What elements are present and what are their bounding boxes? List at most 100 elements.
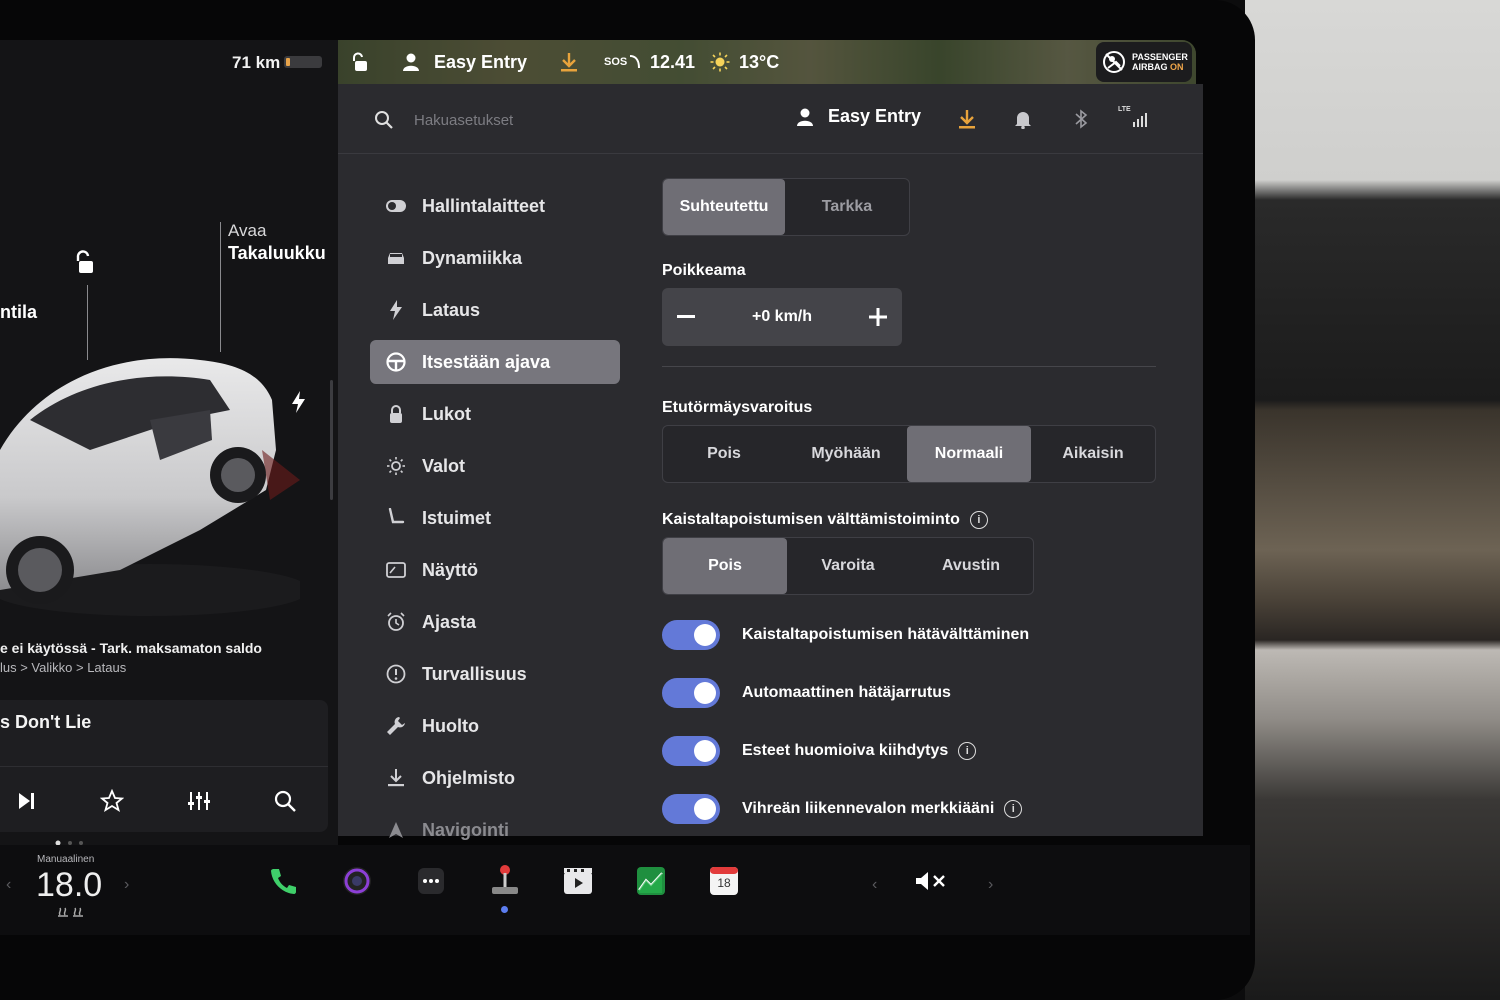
charge-port-icon[interactable] xyxy=(290,390,308,414)
nav-item-schedule[interactable]: Ajasta xyxy=(370,600,620,644)
car-panel-scrollbar[interactable] xyxy=(330,380,333,500)
notification-bell-icon[interactable] xyxy=(1012,108,1034,130)
lane-departure-avoidance-text: Kaistaltapoistumisen välttämistoiminto xyxy=(662,511,960,528)
nav-item-label: Valot xyxy=(422,455,466,476)
status-profile-name: Easy Entry xyxy=(434,51,528,72)
temp-down-chevron-icon[interactable]: ‹ xyxy=(6,876,11,894)
fcw-option-early[interactable]: Aikaisin xyxy=(1031,426,1155,482)
airbag-line2: AIRBAG xyxy=(1132,62,1170,72)
favorite-star-icon[interactable] xyxy=(97,786,127,816)
nav-item-seats[interactable]: Istuimet xyxy=(370,496,620,540)
minus-icon xyxy=(677,315,695,318)
increase-offset-button[interactable] xyxy=(866,305,890,329)
nav-item-safety[interactable]: Turvallisuus xyxy=(370,652,620,696)
active-app-indicator xyxy=(501,906,508,913)
nav-item-label: Huolto xyxy=(422,715,479,736)
sun-weather-icon xyxy=(710,50,730,74)
seat-heater-icon[interactable] xyxy=(56,906,86,918)
open-trunk-button[interactable]: Avaa Takaluukku xyxy=(228,220,326,264)
nav-item-label: Turvallisuus xyxy=(422,663,527,684)
bottom-dock xyxy=(0,845,1250,935)
settings-nav: Hallintalaitteet Dynamiikka Lataus Itses… xyxy=(370,184,620,860)
nav-item-controls[interactable]: Hallintalaitteet xyxy=(370,184,620,228)
energy-app-icon[interactable] xyxy=(634,864,668,898)
info-icon[interactable]: i xyxy=(969,511,988,529)
lane-option-warn[interactable]: Varoita xyxy=(787,538,909,594)
clock: 12.41 xyxy=(650,51,696,72)
alarm-icon xyxy=(386,612,406,632)
more-apps-icon[interactable] xyxy=(414,864,448,898)
automatic-emergency-braking-toggle[interactable] xyxy=(662,678,720,708)
cabin-temperature[interactable]: 18.0 xyxy=(36,866,102,905)
nav-item-label: Hallintalaitteet xyxy=(422,195,546,216)
emergency-lane-departure-toggle[interactable] xyxy=(662,620,720,650)
decrease-offset-button[interactable] xyxy=(674,305,698,329)
display-icon xyxy=(386,560,406,580)
driver-profile-button[interactable]: Easy Entry xyxy=(402,50,527,74)
toggle-row-automatic-emergency-braking: Automaattinen hätäjarrutus xyxy=(662,673,1162,713)
alert-circle-icon xyxy=(386,664,406,684)
unlock-status-icon[interactable] xyxy=(350,50,368,74)
safety-toggles: Kaistaltapoistumisen hätävälttäminen Aut… xyxy=(662,615,1162,829)
joystick-icon[interactable] xyxy=(488,864,522,898)
nav-item-display[interactable]: Näyttö xyxy=(370,548,620,592)
lane-option-off[interactable]: Pois xyxy=(663,538,787,594)
media-search-icon[interactable] xyxy=(270,786,300,816)
unlocked-icon[interactable] xyxy=(72,250,96,276)
next-track-button[interactable] xyxy=(12,786,42,816)
fcw-option-late[interactable]: Myöhään xyxy=(785,426,907,482)
airbag-line1: PASSENGER xyxy=(1132,52,1188,62)
volume-muted-icon[interactable] xyxy=(914,864,948,898)
info-icon[interactable]: i xyxy=(958,742,977,760)
fcw-option-normal[interactable]: Normaali xyxy=(907,426,1031,482)
download-update-icon[interactable] xyxy=(956,108,978,130)
nav-item-label: Lataus xyxy=(422,299,481,320)
speed-mode-relative[interactable]: Suhteutettu xyxy=(663,179,785,235)
volume-down-chevron-icon[interactable]: ‹ xyxy=(872,876,877,894)
nav-item-autopilot[interactable]: Itsestään ajava xyxy=(370,340,620,384)
offset-value: +0 km/h xyxy=(751,308,813,325)
obstacle-aware-acceleration-toggle[interactable] xyxy=(662,736,720,766)
wrench-icon xyxy=(386,716,406,736)
charging-alert-path: lus > Valikko > Lataus xyxy=(0,660,127,675)
nav-item-label: Navigointi xyxy=(422,819,510,840)
software-update-icon[interactable] xyxy=(560,50,578,74)
media-divider xyxy=(0,766,328,767)
navigation-icon xyxy=(386,820,406,840)
toggle-label: Automaattinen hätäjarrutus xyxy=(742,684,951,701)
nav-item-charging[interactable]: Lataus xyxy=(370,288,620,332)
plus-icon xyxy=(869,308,887,326)
speed-limit-mode-selector: Suhteutettu Tarkka xyxy=(662,178,910,236)
airbag-state: ON xyxy=(1170,62,1184,72)
nav-item-label: Ohjelmisto xyxy=(422,767,516,788)
calendar-icon[interactable]: 18 xyxy=(707,864,741,898)
settings-search-input[interactable]: Hakuasetukset xyxy=(374,104,634,136)
camera-icon[interactable] xyxy=(340,864,374,898)
topbar-profile-button[interactable]: Easy Entry xyxy=(796,106,921,127)
fcw-option-off[interactable]: Pois xyxy=(663,426,785,482)
search-placeholder: Hakuasetukset xyxy=(414,111,514,129)
bluetooth-icon[interactable] xyxy=(1070,108,1092,130)
toggle-label-wrapper: Esteet huomioiva kiihdytys i xyxy=(742,742,977,760)
theater-icon[interactable] xyxy=(561,864,595,898)
sos-button[interactable]: SOS xyxy=(604,50,641,74)
volume-up-chevron-icon[interactable]: › xyxy=(988,876,993,894)
seat-icon xyxy=(386,508,406,528)
green-light-chime-toggle[interactable] xyxy=(662,794,720,824)
passenger-airbag-indicator: PASSENGER AIRBAG ON xyxy=(1096,42,1192,82)
nav-item-locks[interactable]: Lukot xyxy=(370,392,620,436)
nav-item-dynamics[interactable]: Dynamiikka xyxy=(370,236,620,280)
lane-option-assist[interactable]: Avustin xyxy=(909,538,1033,594)
info-icon[interactable]: i xyxy=(1004,800,1023,818)
section-divider xyxy=(662,366,1156,367)
speed-mode-fixed[interactable]: Tarkka xyxy=(785,179,909,235)
airbag-icon xyxy=(1103,51,1125,73)
nav-item-lights[interactable]: Valot xyxy=(370,444,620,488)
nav-item-service[interactable]: Huolto xyxy=(370,704,620,748)
equalizer-icon[interactable] xyxy=(184,786,214,816)
phone-icon[interactable] xyxy=(266,864,300,898)
temp-up-chevron-icon[interactable]: › xyxy=(124,876,129,894)
nav-item-label: Näyttö xyxy=(422,559,479,580)
nav-item-software[interactable]: Ohjelmisto xyxy=(370,756,620,800)
nav-item-label: Istuimet xyxy=(422,507,492,528)
